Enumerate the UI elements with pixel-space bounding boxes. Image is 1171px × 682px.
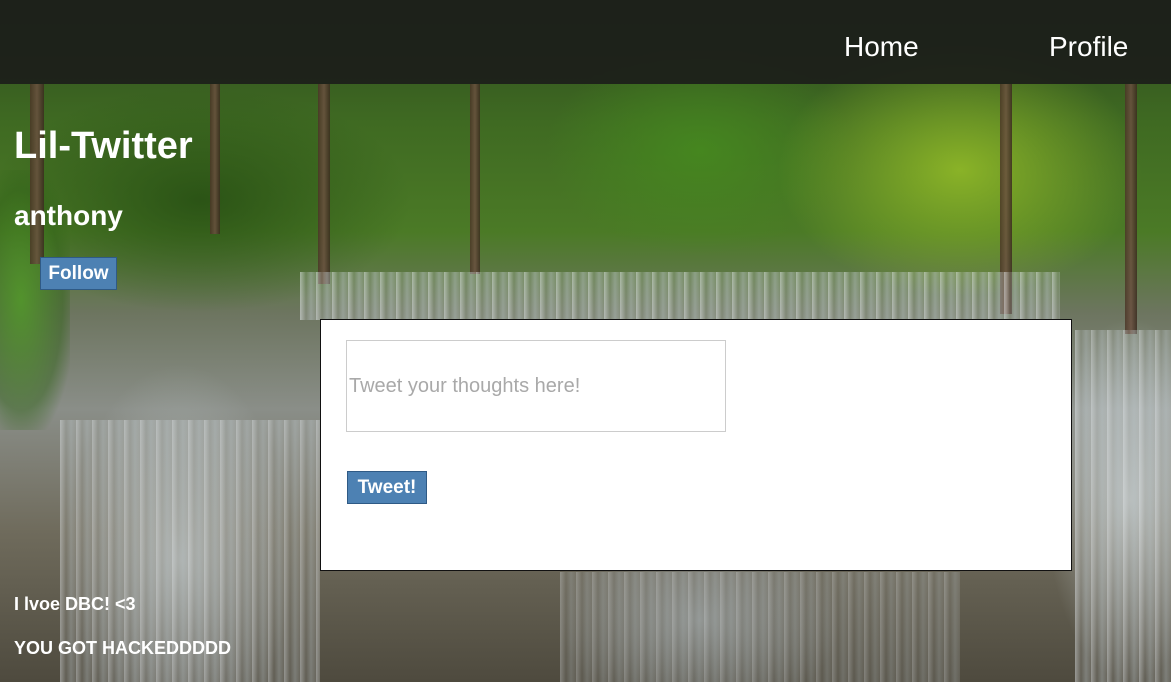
tweet-item: I lvoe DBC! <3 xyxy=(14,594,136,614)
nav-profile-link[interactable]: Profile xyxy=(1049,30,1128,64)
tweet-input[interactable] xyxy=(346,340,726,432)
tree-trunk-decoration xyxy=(318,84,330,284)
nav-home-link[interactable]: Home xyxy=(844,30,919,64)
waterfall-decoration xyxy=(300,272,1060,320)
app-title: Lil-Twitter xyxy=(14,125,193,167)
waterfall-decoration xyxy=(560,572,960,682)
profile-username: anthony xyxy=(14,200,123,231)
tree-trunk-decoration xyxy=(210,84,220,234)
tree-trunk-decoration xyxy=(30,84,44,264)
follow-button[interactable]: Follow xyxy=(40,257,117,290)
tweet-composer-panel: Tweet! xyxy=(320,319,1072,571)
tweet-list: I lvoe DBC! <3 YOU GOT HACKEDDDDD xyxy=(14,592,231,680)
waterfall-decoration xyxy=(1075,330,1171,682)
tweet-submit-button[interactable]: Tweet! xyxy=(347,471,427,504)
tree-trunk-decoration xyxy=(1125,84,1137,334)
tree-trunk-decoration xyxy=(470,84,480,274)
top-navbar: Home Profile xyxy=(0,0,1171,84)
tweet-item: YOU GOT HACKEDDDDD xyxy=(14,638,232,658)
